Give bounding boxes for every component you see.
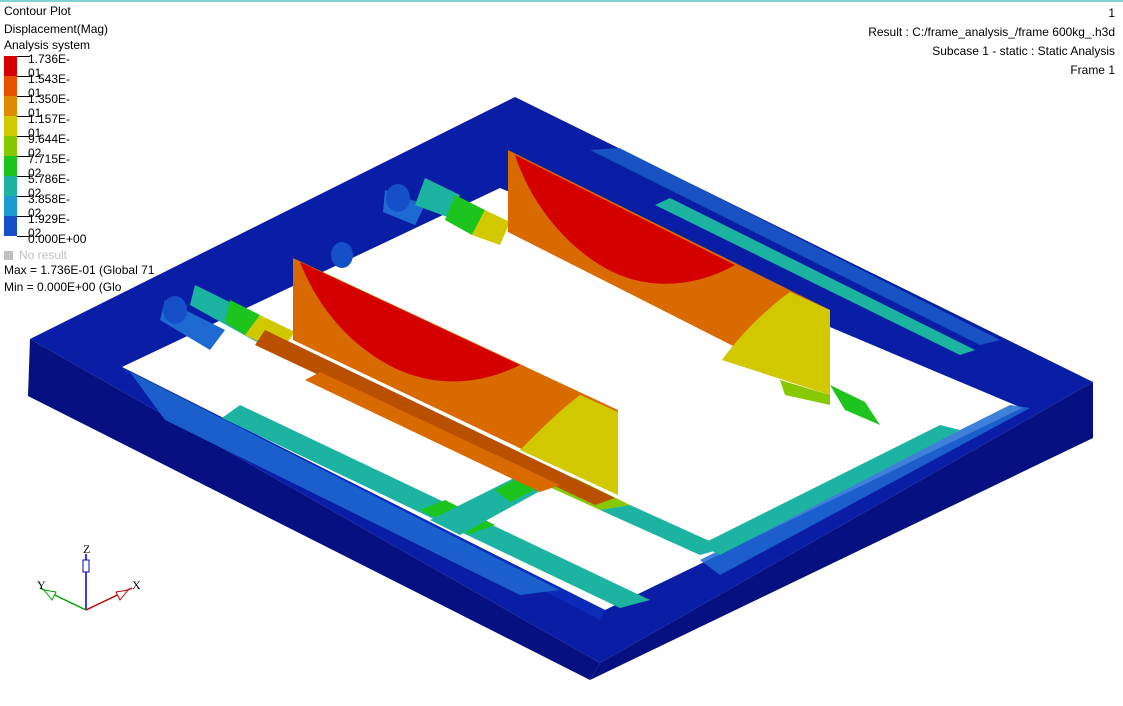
model-viewport[interactable] xyxy=(0,0,1123,706)
beam-end-cap-mid xyxy=(331,242,353,268)
rail-lower-teal xyxy=(600,505,725,555)
z-axis-label: Z xyxy=(83,542,90,556)
axis-triad: Z X Y xyxy=(37,542,141,611)
rail-right-green xyxy=(830,385,880,425)
beam-end-cap-right xyxy=(386,184,410,212)
x-axis-label: X xyxy=(132,578,141,592)
x-axis-arrow-icon xyxy=(115,589,130,601)
z-axis-arrow-icon xyxy=(82,559,90,573)
y-axis-label: Y xyxy=(37,578,46,592)
beam-end-cap-left xyxy=(163,296,187,324)
y-axis-arrow-icon xyxy=(42,589,57,601)
